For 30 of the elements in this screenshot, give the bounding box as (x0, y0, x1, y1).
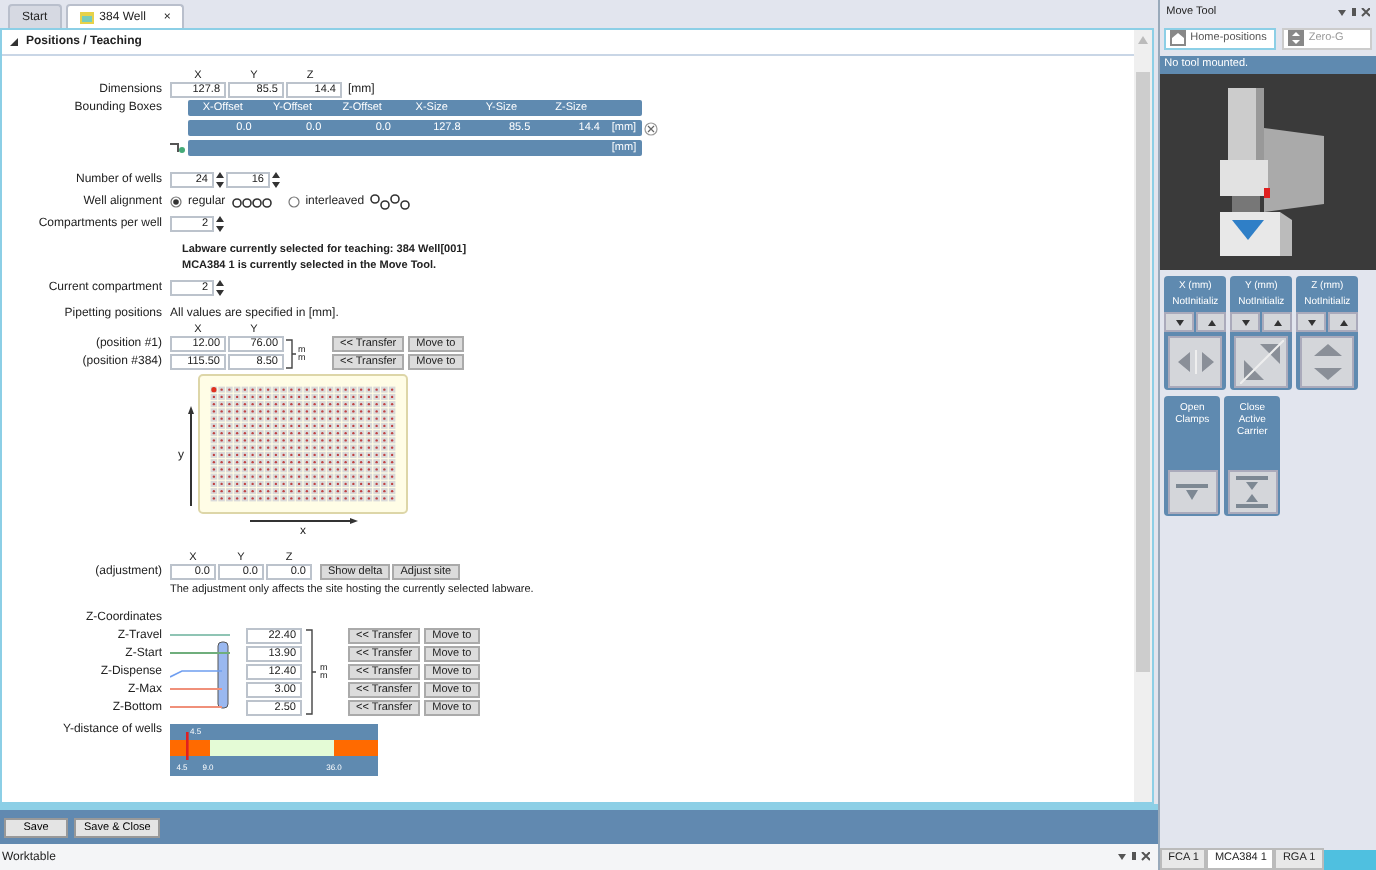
up-down-icon (1288, 30, 1305, 46)
pane-controls-icon[interactable] (1338, 7, 1370, 17)
jog-step-button[interactable] (1328, 312, 1359, 332)
staggered-circles-icon (370, 194, 411, 210)
bracket-icon (306, 627, 316, 715)
spin-arrow-icon[interactable] (1273, 319, 1282, 325)
remove-icon[interactable] (644, 121, 658, 135)
spin-arrow-icon[interactable] (1307, 319, 1316, 325)
pane-controls-icon[interactable] (1118, 852, 1151, 862)
home-icon (1170, 30, 1187, 46)
jog-step-button[interactable] (1196, 312, 1227, 332)
collapse-icon[interactable] (10, 38, 18, 46)
spin-arrow-icon[interactable] (1207, 319, 1216, 325)
jog-step-button[interactable] (1230, 312, 1261, 332)
jog-step-button[interactable] (1262, 312, 1293, 332)
bracket-icon (286, 337, 296, 369)
jog-step-button[interactable] (1296, 312, 1327, 332)
spin-arrow-icon[interactable] (1175, 319, 1184, 325)
circles-row-icon (231, 197, 272, 207)
radio-button[interactable] (170, 196, 182, 208)
radio-button[interactable] (287, 196, 300, 208)
left-right-arrows-icon[interactable] (1175, 350, 1216, 374)
spin-arrow-icon[interactable] (1339, 319, 1348, 325)
x-axis-arrow-icon (249, 518, 357, 524)
jog-step-button[interactable] (1164, 312, 1195, 332)
y-axis-arrow-icon (188, 406, 194, 506)
scrollbar-thumb[interactable] (1136, 72, 1151, 672)
plate-icon (79, 11, 94, 23)
add-box-icon[interactable] (170, 142, 186, 154)
spin-arrow-icon[interactable] (1241, 319, 1250, 325)
